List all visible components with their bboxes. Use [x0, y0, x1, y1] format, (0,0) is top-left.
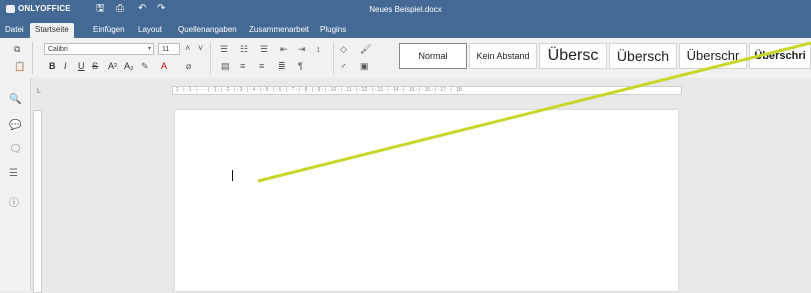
underline-button[interactable]: U	[78, 61, 85, 71]
bullet-list-icon[interactable]: ☰	[220, 44, 228, 54]
title-bar: ONLYOFFICE 🖫 ⎙ ↶ ↷ Neues Beispiel.docx	[0, 0, 811, 20]
copy-icon[interactable]: ⧉	[14, 44, 20, 54]
font-increase-icon[interactable]: ˄	[185, 43, 190, 53]
line-spacing-icon[interactable]: ↕	[316, 44, 321, 54]
copy-style-icon[interactable]: 🖌	[360, 44, 371, 54]
tab-collaboration[interactable]: Zusammenarbeit	[249, 23, 309, 38]
menu-bar: Datei Startseite Einfügen Layout Quellen…	[0, 20, 811, 38]
left-sidebar: 🔍 💬 🗨 ☰ ⓘ	[0, 78, 31, 291]
vertical-ruler[interactable]	[33, 110, 42, 293]
align-right-icon[interactable]: ≡	[259, 61, 264, 71]
multilevel-list-icon[interactable]: ☰	[260, 44, 268, 54]
divider	[210, 42, 211, 74]
highlight-icon[interactable]: ✎	[141, 61, 149, 71]
strikethrough-button[interactable]: S	[92, 61, 98, 71]
style-heading-2[interactable]: Übersch	[609, 43, 677, 69]
tab-file[interactable]: Datei	[5, 23, 24, 38]
horizontal-ruler[interactable]: · 2 · | · 1 · | · · · | · 1 · | · 2 · | …	[172, 86, 682, 95]
navigation-icon[interactable]: ☰	[9, 168, 18, 179]
increase-indent-icon[interactable]: ⇥	[298, 44, 306, 54]
chat-icon[interactable]: 🗨	[9, 144, 22, 155]
font-decrease-icon[interactable]: ˅	[198, 43, 203, 53]
tab-layout[interactable]: Layout	[138, 23, 162, 38]
chevron-down-icon[interactable]: ▾	[148, 44, 151, 54]
text-cursor	[232, 170, 233, 181]
tab-stop-icon[interactable]: L	[37, 87, 41, 97]
font-color-icon[interactable]: A	[161, 61, 167, 71]
tab-home[interactable]: Startseite	[30, 23, 74, 38]
numbered-list-icon[interactable]: ☷	[240, 44, 248, 54]
clear-format-icon[interactable]: ⌀	[186, 61, 191, 71]
comments-icon[interactable]: 💬	[9, 120, 21, 131]
tab-references[interactable]: Quellenangaben	[178, 23, 237, 38]
clear-style-icon[interactable]: ▣	[360, 61, 369, 71]
align-left-icon[interactable]: ▤	[221, 61, 230, 71]
font-name-select[interactable]: Calibri	[44, 43, 154, 55]
tab-insert[interactable]: Einfügen	[93, 23, 125, 38]
bold-button[interactable]: B	[49, 61, 56, 71]
align-center-icon[interactable]: ≡	[240, 61, 245, 71]
document-page[interactable]	[175, 110, 678, 291]
decrease-indent-icon[interactable]: ⇤	[280, 44, 288, 54]
font-size-select[interactable]: 11	[158, 43, 180, 55]
format-painter-icon[interactable]: ♂	[340, 61, 347, 71]
tab-plugins[interactable]: Plugins	[320, 23, 346, 38]
divider	[32, 42, 33, 74]
paste-icon[interactable]: 📋	[14, 61, 25, 71]
shading-icon[interactable]: ◇	[340, 44, 347, 54]
style-heading-4[interactable]: Überschri	[749, 43, 811, 69]
justify-icon[interactable]: ≣	[278, 61, 286, 71]
italic-button[interactable]: I	[64, 61, 67, 71]
paragraph-marks-icon[interactable]: ¶	[298, 61, 303, 71]
style-normal[interactable]: Normal	[399, 43, 467, 69]
subscript-button[interactable]: A₂	[124, 61, 134, 71]
superscript-button[interactable]: A²	[108, 61, 117, 71]
style-no-spacing[interactable]: Kein Abstand	[469, 43, 537, 69]
search-icon[interactable]: 🔍	[9, 94, 21, 105]
style-heading-3[interactable]: Überschr	[679, 43, 747, 69]
divider	[333, 42, 334, 74]
style-heading-1[interactable]: Übersc	[539, 43, 607, 69]
document-title: Neues Beispiel.docx	[369, 5, 442, 14]
info-icon[interactable]: ⓘ	[9, 194, 19, 209]
